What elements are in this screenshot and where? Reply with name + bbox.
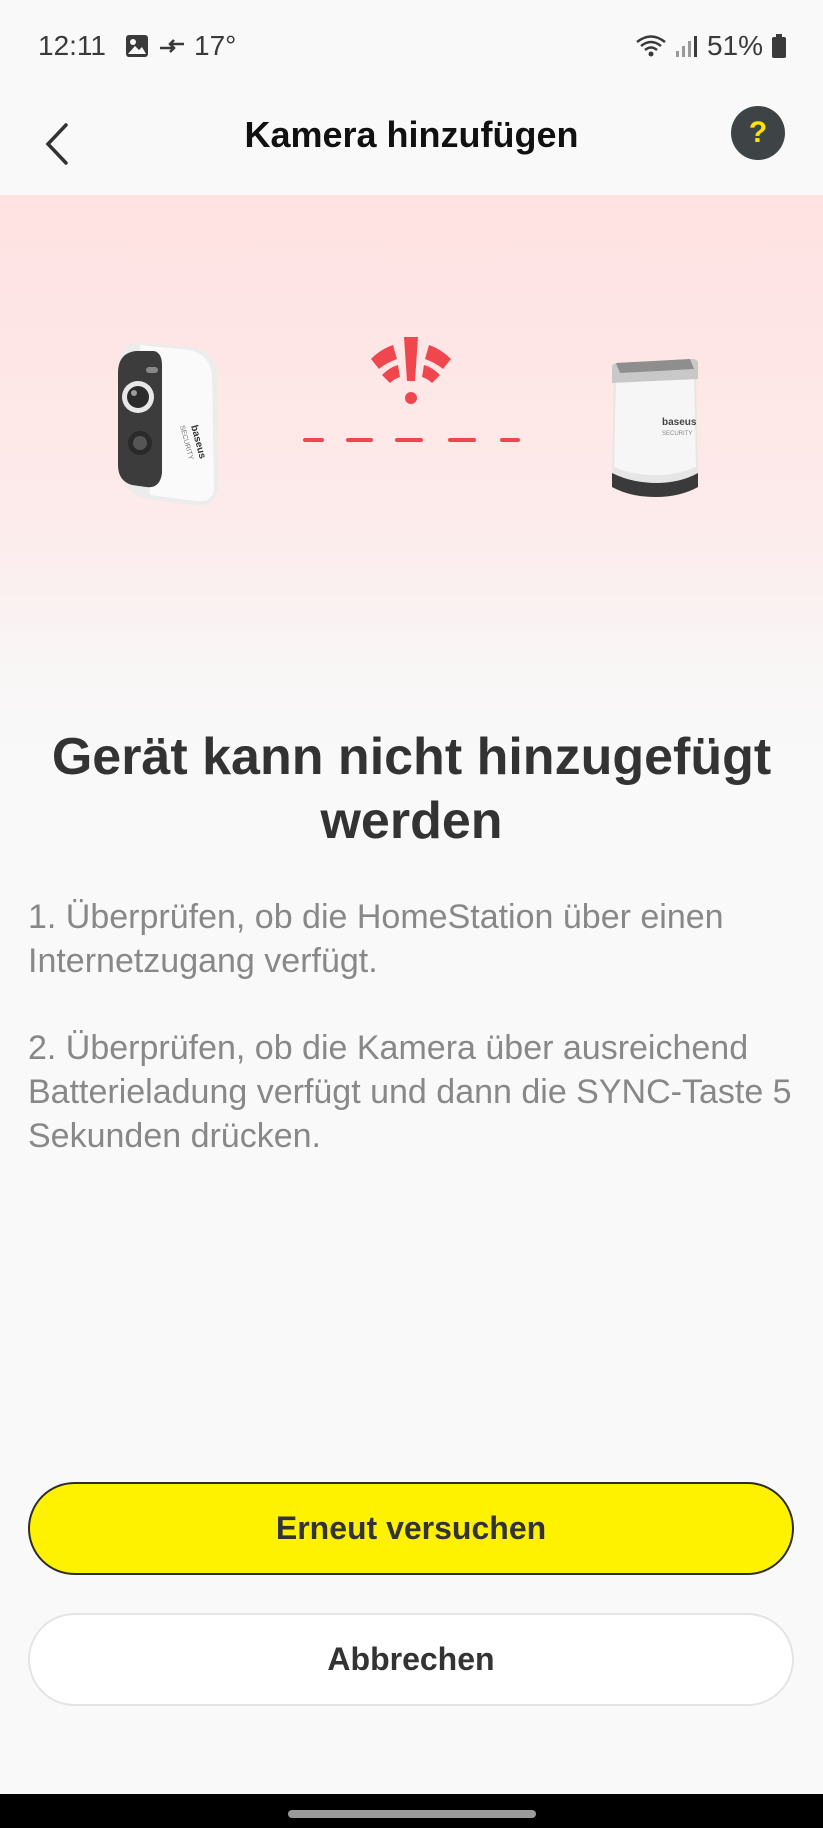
troubleshooting-steps: 1. Überprüfen, ob die HomeStation über e…: [28, 895, 795, 1201]
homestation-device: baseus SECURITY: [612, 359, 698, 497]
error-illustration: baseus SECURITY baseus SECURITY: [0, 195, 823, 755]
camera-device: baseus SECURITY: [118, 343, 218, 506]
status-time: 12:11: [38, 30, 106, 61]
battery-icon: [772, 34, 786, 58]
status-bar: 12:11 17° 51%: [0, 0, 823, 92]
wifi-icon: [636, 35, 666, 57]
signal-icon: [675, 36, 697, 57]
step-1-text: 1. Überprüfen, ob die HomeStation über e…: [28, 898, 724, 980]
battery-percentage: 51%: [706, 30, 763, 61]
homestation-brand-subtext: SECURITY: [662, 431, 692, 437]
home-gesture-handle[interactable]: [288, 1810, 536, 1818]
help-button[interactable]: ?: [731, 106, 785, 160]
system-navigation-bar: [0, 1794, 823, 1828]
status-right: 51%: [635, 30, 787, 62]
error-title: Gerät kann nicht hinzugefügt werden: [51, 728, 772, 850]
app-header: Kamera hinzufügen ?: [0, 92, 823, 195]
page-title: Kamera hinzufügen: [244, 114, 579, 155]
status-temperature: 17°: [194, 30, 237, 61]
wifi-error-icon: [371, 337, 451, 404]
cancel-button[interactable]: Abbrechen: [28, 1613, 794, 1706]
status-left-icons: 17°: [124, 30, 236, 62]
retry-button[interactable]: Erneut versuchen: [28, 1482, 794, 1575]
homestation-brand-text: baseus: [662, 417, 697, 428]
gallery-icon: [126, 35, 148, 57]
step-2-text: 2. Überprüfen, ob die Kamera über ausrei…: [28, 1029, 792, 1155]
data-transfer-icon: [160, 39, 184, 53]
